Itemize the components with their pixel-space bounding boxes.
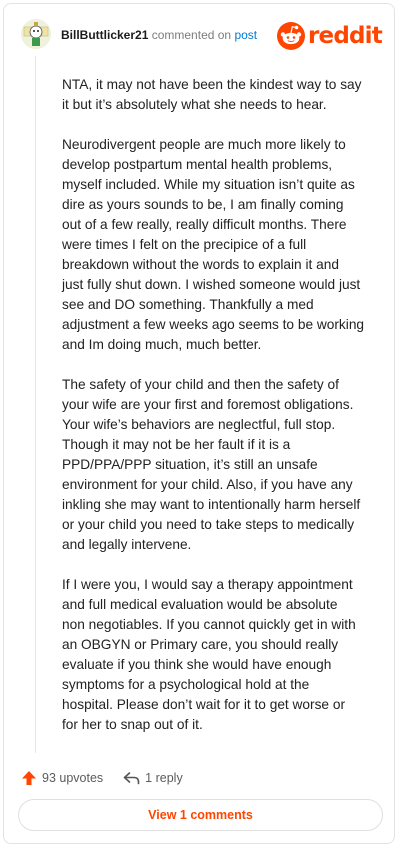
upvote-button[interactable]: 93 upvotes <box>21 770 103 786</box>
reply-button[interactable]: 1 reply <box>123 771 183 785</box>
username-link[interactable]: BillButtlicker21 <box>61 28 148 42</box>
view-comments-button[interactable]: View 1 comments <box>18 799 383 831</box>
comment-actions: 93 upvotes 1 reply <box>21 768 183 788</box>
reddit-logo[interactable]: reddit <box>276 21 383 51</box>
comment-card: BillButtlicker21 commented on post reddi… <box>3 3 395 844</box>
avatar-image <box>21 19 51 49</box>
upvote-arrow-icon <box>22 771 36 785</box>
comment-paragraph: NTA, it may not have been the kindest wa… <box>62 77 362 112</box>
commented-on-label: commented on <box>151 28 232 42</box>
reply-arrow-icon <box>123 772 140 785</box>
comment-paragraph: The safety of your child and then the sa… <box>62 377 361 552</box>
comment-meta: BillButtlicker21 commented on post <box>61 27 257 43</box>
comment-header: BillButtlicker21 commented on post reddi… <box>4 4 396 64</box>
reply-count: 1 reply <box>145 771 183 785</box>
comment-paragraph: Neurodivergent people are much more like… <box>62 137 365 352</box>
comment-paragraph: If I were you, I would say a therapy app… <box>62 577 356 732</box>
thread-line[interactable] <box>35 56 36 753</box>
reddit-alien-icon <box>277 22 305 50</box>
post-link[interactable]: post <box>234 28 257 42</box>
user-avatar[interactable] <box>21 19 51 49</box>
reddit-wordmark: reddit <box>308 23 383 49</box>
comment-body: NTA, it may not have been the kindest wa… <box>62 75 380 755</box>
upvote-count: 93 upvotes <box>42 771 104 785</box>
